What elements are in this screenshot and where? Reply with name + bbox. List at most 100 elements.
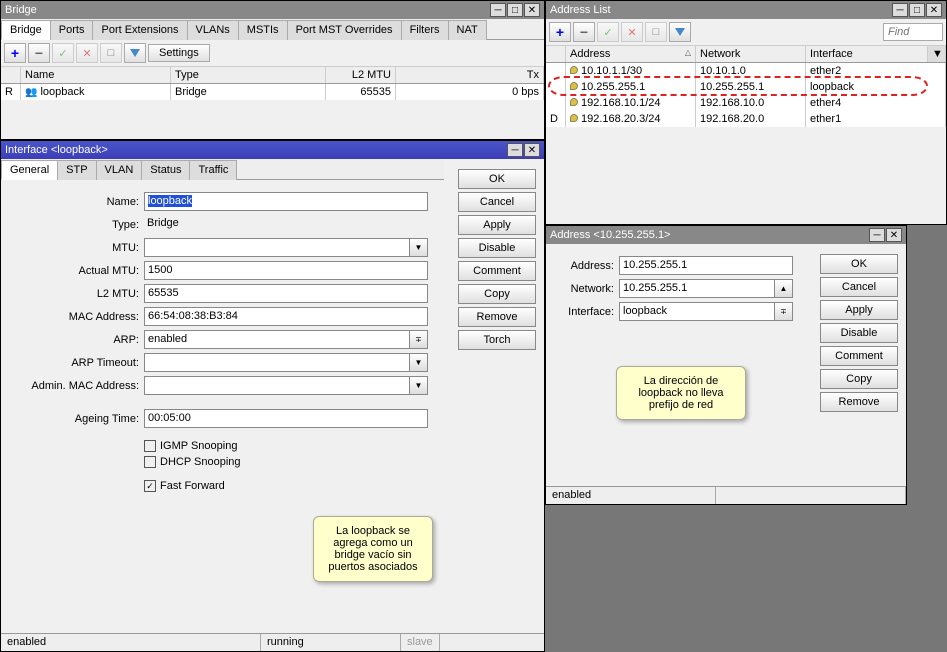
- disable-button[interactable]: ✕: [76, 43, 98, 63]
- address-title: Address <10.255.255.1>: [550, 229, 869, 241]
- col-l2mtu[interactable]: L2 MTU: [326, 67, 396, 83]
- add-button[interactable]: +: [4, 43, 26, 63]
- ageing-time-field[interactable]: 00:05:00: [144, 409, 428, 428]
- igmp-checkbox[interactable]: [144, 440, 156, 452]
- tab-mstis[interactable]: MSTIs: [238, 20, 288, 40]
- mtu-field[interactable]: [144, 238, 410, 257]
- tab-filters[interactable]: Filters: [401, 20, 449, 40]
- col-menu-icon[interactable]: ▼: [928, 46, 946, 62]
- net-up-icon[interactable]: ▲: [775, 279, 793, 298]
- close-icon[interactable]: ✕: [886, 228, 902, 242]
- tab-bridge[interactable]: Bridge: [1, 20, 51, 40]
- comment-button[interactable]: □: [100, 43, 122, 63]
- torch-button[interactable]: Torch: [458, 330, 536, 350]
- admin-mac-dropdown-icon[interactable]: ▼: [410, 376, 428, 395]
- close-icon[interactable]: ✕: [524, 143, 540, 157]
- comment-button[interactable]: Comment: [820, 346, 898, 366]
- col-tx[interactable]: Tx: [396, 67, 544, 83]
- tab-traffic[interactable]: Traffic: [189, 160, 237, 180]
- tab-stp[interactable]: STP: [57, 160, 96, 180]
- net-label: Network:: [554, 283, 619, 295]
- addr-field[interactable]: 10.255.255.1: [619, 256, 793, 275]
- comment-button[interactable]: □: [645, 22, 667, 42]
- address-sidebtns: OK Cancel Apply Disable Comment Copy Rem…: [820, 254, 898, 412]
- enable-button[interactable]: ✓: [597, 22, 619, 42]
- admin-mac-field[interactable]: [144, 376, 410, 395]
- bridge-titlebar[interactable]: Bridge ─ □ ✕: [1, 1, 544, 19]
- enable-button[interactable]: ✓: [52, 43, 74, 63]
- disable-button[interactable]: Disable: [458, 238, 536, 258]
- filter-button[interactable]: [669, 22, 691, 42]
- tab-vlan[interactable]: VLAN: [96, 160, 143, 180]
- arp-dropdown-icon[interactable]: ∓: [410, 330, 428, 349]
- col-flag[interactable]: [546, 46, 566, 62]
- type-label: Type:: [9, 219, 144, 231]
- col-flag[interactable]: [1, 67, 21, 83]
- maximize-icon[interactable]: □: [909, 3, 925, 17]
- ok-button[interactable]: OK: [458, 169, 536, 189]
- iface-field[interactable]: loopback: [619, 302, 775, 321]
- disable-button[interactable]: ✕: [621, 22, 643, 42]
- net-field[interactable]: 10.255.255.1: [619, 279, 775, 298]
- tab-port-extensions[interactable]: Port Extensions: [92, 20, 187, 40]
- table-row[interactable]: 10.255.255.110.255.255.1loopback: [546, 79, 946, 95]
- tab-port-mst-overrides[interactable]: Port MST Overrides: [287, 20, 402, 40]
- minimize-icon[interactable]: ─: [490, 3, 506, 17]
- settings-button[interactable]: Settings: [148, 44, 210, 62]
- name-field[interactable]: loopback: [144, 192, 428, 211]
- fast-forward-label: Fast Forward: [160, 480, 225, 492]
- filter-button[interactable]: [124, 43, 146, 63]
- address-list-titlebar[interactable]: Address List ─ □ ✕: [546, 1, 946, 19]
- tab-vlans[interactable]: VLANs: [187, 20, 239, 40]
- disable-button[interactable]: Disable: [820, 323, 898, 343]
- col-name[interactable]: Name: [21, 67, 171, 83]
- tab-status[interactable]: Status: [141, 160, 190, 180]
- close-icon[interactable]: ✕: [926, 3, 942, 17]
- tab-ports[interactable]: Ports: [50, 20, 94, 40]
- address-titlebar[interactable]: Address <10.255.255.1> ─ ✕: [546, 226, 906, 244]
- arp-timeout-field[interactable]: [144, 353, 410, 372]
- maximize-icon[interactable]: □: [507, 3, 523, 17]
- remove-button[interactable]: Remove: [458, 307, 536, 327]
- table-row[interactable]: D192.168.20.3/24192.168.20.0ether1: [546, 111, 946, 127]
- remove-button[interactable]: Remove: [820, 392, 898, 412]
- cancel-button[interactable]: Cancel: [458, 192, 536, 212]
- apply-button[interactable]: Apply: [458, 215, 536, 235]
- close-icon[interactable]: ✕: [524, 3, 540, 17]
- mtu-dropdown-icon[interactable]: ▼: [410, 238, 428, 257]
- col-address[interactable]: Address △: [566, 46, 696, 62]
- row-type: Bridge: [171, 84, 326, 100]
- iface-dropdown-icon[interactable]: ∓: [775, 302, 793, 321]
- col-interface[interactable]: Interface: [806, 46, 928, 62]
- address-list-toolbar: + − ✓ ✕ □: [546, 19, 946, 46]
- minimize-icon[interactable]: ─: [869, 228, 885, 242]
- add-button[interactable]: +: [549, 22, 571, 42]
- actual-mtu-field[interactable]: 1500: [144, 261, 428, 280]
- col-type[interactable]: Type: [171, 67, 326, 83]
- remove-button[interactable]: −: [28, 43, 50, 63]
- mac-field[interactable]: 66:54:08:38:B3:84: [144, 307, 428, 326]
- tab-general[interactable]: General: [1, 160, 58, 180]
- tab-nat[interactable]: NAT: [448, 20, 487, 40]
- ok-button[interactable]: OK: [820, 254, 898, 274]
- comment-button[interactable]: Comment: [458, 261, 536, 281]
- arp-timeout-dropdown-icon[interactable]: ▼: [410, 353, 428, 372]
- minimize-icon[interactable]: ─: [507, 143, 523, 157]
- table-row[interactable]: R 👥loopback Bridge 65535 0 bps: [1, 84, 544, 100]
- fast-forward-checkbox[interactable]: [144, 480, 156, 492]
- copy-button[interactable]: Copy: [458, 284, 536, 304]
- table-row[interactable]: 192.168.10.1/24192.168.10.0ether4: [546, 95, 946, 111]
- apply-button[interactable]: Apply: [820, 300, 898, 320]
- cancel-button[interactable]: Cancel: [820, 277, 898, 297]
- find-input[interactable]: [883, 23, 943, 41]
- l2mtu-field[interactable]: 65535: [144, 284, 428, 303]
- dhcp-checkbox[interactable]: [144, 456, 156, 468]
- interface-titlebar[interactable]: Interface <loopback> ─ ✕: [1, 141, 544, 159]
- bridge-toolbar: + − ✓ ✕ □ Settings: [1, 40, 544, 67]
- arp-field[interactable]: enabled: [144, 330, 410, 349]
- table-row[interactable]: 10.10.1.1/3010.10.1.0ether2: [546, 63, 946, 79]
- col-network[interactable]: Network: [696, 46, 806, 62]
- minimize-icon[interactable]: ─: [892, 3, 908, 17]
- remove-button[interactable]: −: [573, 22, 595, 42]
- copy-button[interactable]: Copy: [820, 369, 898, 389]
